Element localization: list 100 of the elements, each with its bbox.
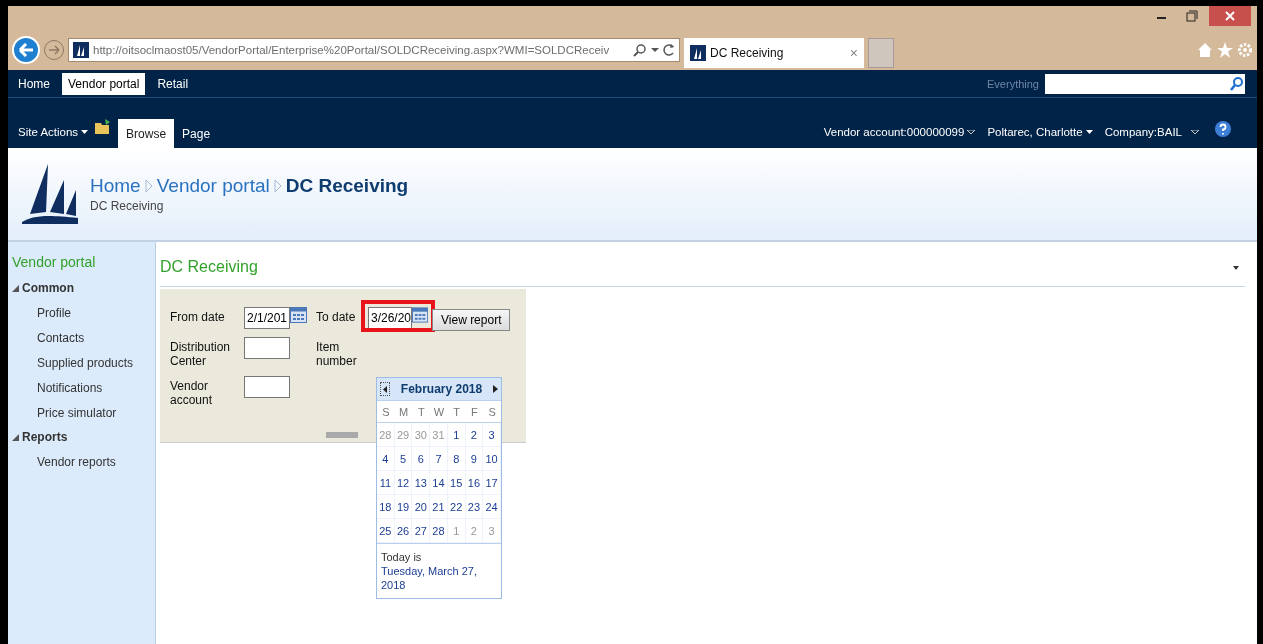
site-actions-menu[interactable]: Site Actions bbox=[12, 126, 95, 138]
sidebar-group[interactable]: Common bbox=[12, 276, 155, 300]
search-field[interactable] bbox=[1045, 73, 1245, 94]
calendar-day[interactable]: 27 bbox=[412, 519, 431, 543]
calendar-day[interactable]: 20 bbox=[412, 495, 431, 519]
calendar-day[interactable]: 8 bbox=[447, 447, 466, 471]
today-text: Today is Tuesday, March 27, 2018 bbox=[377, 543, 501, 598]
calendar-day[interactable]: 2 bbox=[465, 423, 484, 447]
tab-title: DC Receiving bbox=[710, 46, 785, 60]
dropdown-icon[interactable] bbox=[1233, 266, 1239, 270]
weekday-label: W bbox=[430, 401, 448, 423]
calendar-day[interactable]: 1 bbox=[447, 423, 466, 447]
calendar-day[interactable]: 10 bbox=[483, 447, 501, 471]
weekday-label: S bbox=[483, 401, 501, 423]
caret-icon bbox=[967, 129, 976, 135]
weekday-label: S bbox=[377, 401, 395, 423]
triangle-icon bbox=[383, 385, 387, 393]
sidebar-item[interactable]: Price simulator bbox=[12, 400, 155, 425]
page-subtitle: DC Receiving bbox=[90, 199, 165, 213]
help-icon[interactable] bbox=[1215, 121, 1231, 137]
breadcrumb-separator-icon bbox=[273, 179, 282, 193]
calendar-day[interactable]: 21 bbox=[430, 495, 448, 519]
search-scope[interactable]: Everything bbox=[987, 77, 1039, 90]
sidebar-item[interactable]: Vendor reports bbox=[12, 449, 155, 474]
calendar-day[interactable]: 23 bbox=[465, 495, 484, 519]
site-logo-icon bbox=[690, 45, 706, 61]
view-report-button[interactable]: View report bbox=[432, 309, 511, 331]
date-field[interactable]: 2/1/201 bbox=[244, 307, 290, 329]
calendar-day[interactable]: 5 bbox=[394, 447, 413, 471]
calendar-icon[interactable] bbox=[411, 307, 428, 323]
breadcrumb-separator-icon bbox=[144, 179, 153, 193]
calendar-day[interactable]: 19 bbox=[394, 495, 413, 519]
sidebar-item[interactable]: Supplied products bbox=[12, 350, 155, 375]
calendar-day[interactable]: 11 bbox=[377, 471, 395, 495]
calendar-day[interactable]: 6 bbox=[412, 447, 431, 471]
calendar-day[interactable]: 16 bbox=[465, 471, 484, 495]
calendar-day[interactable]: 7 bbox=[430, 447, 448, 471]
calendar-day[interactable]: 4 bbox=[377, 447, 395, 471]
calendar-day[interactable]: 22 bbox=[447, 495, 466, 519]
input-field[interactable] bbox=[244, 376, 290, 398]
tab-close-button[interactable]: × bbox=[849, 45, 858, 61]
refresh-icon[interactable] bbox=[663, 43, 675, 57]
breadcrumb-link[interactable]: DC Receiving bbox=[285, 175, 409, 197]
collapse-handle[interactable] bbox=[326, 432, 358, 438]
vendor-account-menu[interactable]: Vendor account:000000099 bbox=[817, 126, 982, 138]
calendar-day[interactable]: 26 bbox=[394, 519, 413, 543]
sidebar-item[interactable]: Profile bbox=[12, 300, 155, 325]
close-icon bbox=[1225, 11, 1235, 21]
nav-link[interactable]: Home bbox=[12, 72, 56, 95]
nav-link[interactable]: Vendor portal bbox=[62, 72, 146, 95]
calendar-day[interactable]: 12 bbox=[394, 471, 413, 495]
ribbon-tab[interactable]: Page bbox=[174, 119, 219, 148]
calendar-day[interactable]: 9 bbox=[465, 447, 484, 471]
field-label: Item number bbox=[316, 339, 358, 368]
browser-tab[interactable]: DC Receiving × bbox=[684, 38, 864, 68]
user-menu[interactable]: Poltarec, Charlotte bbox=[981, 126, 1099, 138]
input-field[interactable] bbox=[244, 337, 290, 359]
calendar-day[interactable]: 14 bbox=[430, 471, 448, 495]
calendar-day[interactable]: 24 bbox=[483, 495, 501, 519]
site-logo-icon bbox=[73, 42, 89, 58]
ribbon-tab[interactable]: Browse bbox=[118, 119, 175, 148]
triangle-icon bbox=[12, 284, 19, 292]
company-menu[interactable]: Company:BAIL bbox=[1098, 126, 1205, 138]
field-label: Distribution Center bbox=[170, 339, 232, 368]
url-text: http://oitsoclmaost05/VendorPortal/Enterprise%20Portal/SOLDCReceiving.aspx?WMI=SOLDCReceiv bbox=[93, 44, 611, 56]
breadcrumb-link[interactable]: Home bbox=[90, 175, 141, 197]
calendar-day[interactable]: 3 bbox=[483, 423, 501, 447]
sidebar-group[interactable]: Reports bbox=[12, 425, 155, 449]
breadcrumb-link[interactable]: Vendor portal bbox=[156, 175, 270, 197]
previous-month-button[interactable] bbox=[380, 382, 390, 396]
calendar-day[interactable]: 25 bbox=[377, 519, 395, 543]
weekday-label: T bbox=[447, 401, 466, 423]
close-button[interactable] bbox=[1209, 6, 1251, 26]
sidebar-item[interactable]: Contacts bbox=[12, 325, 155, 350]
calendar-day[interactable]: 15 bbox=[447, 471, 466, 495]
date-field[interactable]: 3/26/20 bbox=[368, 307, 412, 329]
sidebar-item[interactable]: Notifications bbox=[12, 375, 155, 400]
search-icon[interactable] bbox=[633, 43, 647, 57]
next-month-button[interactable] bbox=[493, 385, 498, 393]
back-button[interactable] bbox=[12, 36, 40, 64]
arrow-right-icon bbox=[48, 45, 60, 55]
calendar-day[interactable]: 28 bbox=[430, 519, 448, 543]
star-icon[interactable] bbox=[1217, 42, 1233, 58]
arrow-left-icon bbox=[18, 43, 34, 57]
logo-icon bbox=[20, 162, 80, 226]
field-label: To date bbox=[316, 309, 357, 324]
calendar-day[interactable]: 13 bbox=[412, 471, 431, 495]
today-link[interactable]: Tuesday, March 27, 2018 bbox=[381, 564, 497, 592]
search-icon[interactable] bbox=[1229, 75, 1245, 92]
field-label: From date bbox=[170, 309, 226, 324]
restore-icon bbox=[1186, 10, 1198, 22]
address-bar[interactable]: http://oitsoclmaost05/VendorPortal/Enterprise%20Portal/SOLDCReceiving.aspx?WMI=SOLDCReceiv bbox=[68, 38, 680, 62]
caret-icon bbox=[81, 129, 89, 135]
dropdown-icon[interactable] bbox=[651, 47, 659, 53]
nav-link[interactable]: Retail bbox=[151, 72, 195, 95]
calendar-icon[interactable] bbox=[290, 307, 307, 323]
calendar-day[interactable]: 17 bbox=[483, 471, 501, 495]
calendar-day[interactable]: 18 bbox=[377, 495, 395, 519]
triangle-icon bbox=[12, 433, 19, 441]
weekday-label: T bbox=[412, 401, 431, 423]
